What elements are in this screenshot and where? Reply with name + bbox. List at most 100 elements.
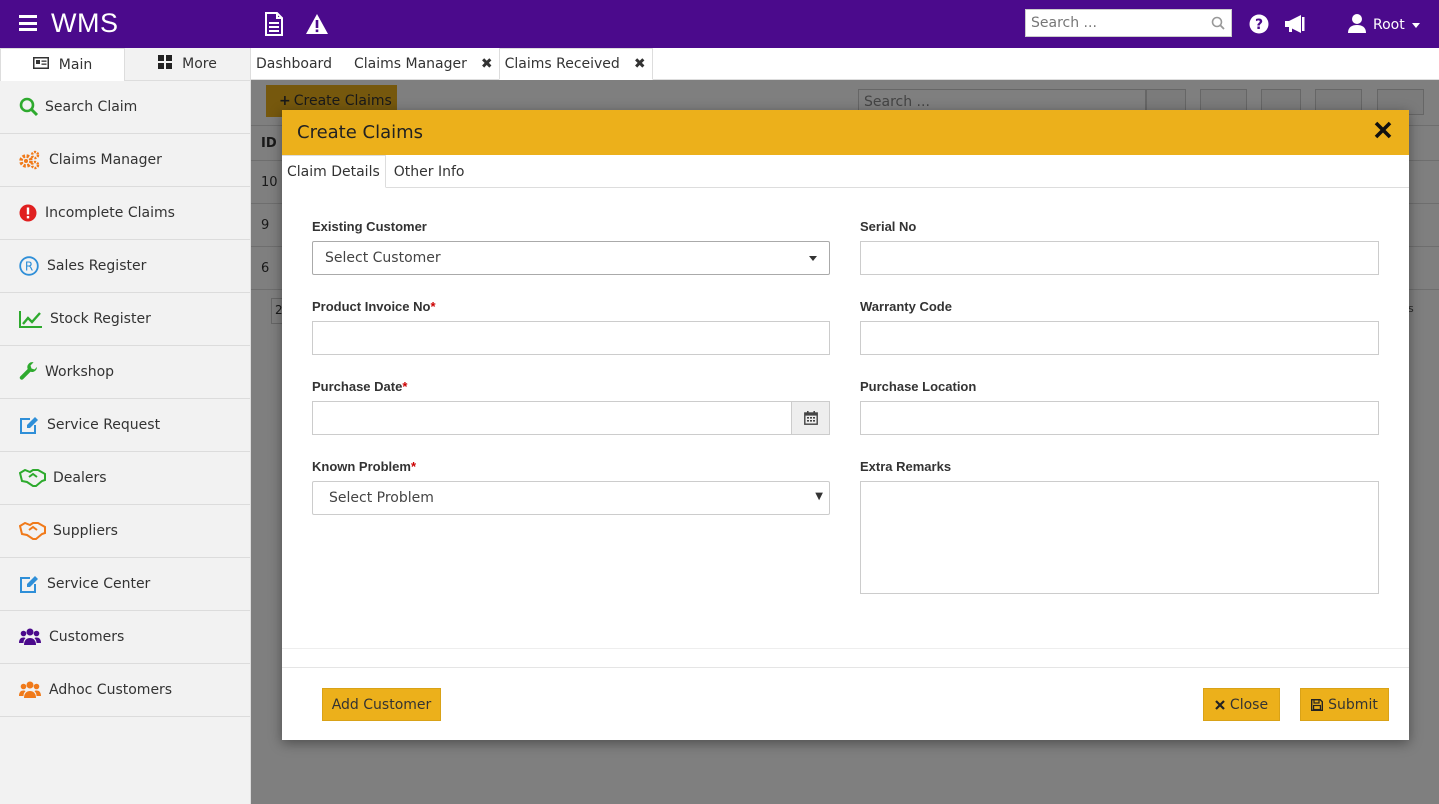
- line-chart-icon: [19, 310, 50, 328]
- svg-text:?: ?: [1255, 17, 1263, 33]
- sidebar-item-workshop[interactable]: Workshop: [0, 346, 250, 399]
- known-problem-select[interactable]: Select Problem ▼: [312, 481, 830, 515]
- existing-customer-select[interactable]: Select Customer: [312, 241, 830, 275]
- close-button[interactable]: Close: [1203, 688, 1280, 721]
- tab-other-info[interactable]: Other Info: [386, 155, 470, 188]
- warranty-code-input[interactable]: [861, 322, 1378, 354]
- users-icon: [19, 681, 49, 699]
- hamburger-menu-icon[interactable]: [19, 15, 37, 31]
- modal-title: Create Claims: [297, 122, 424, 143]
- add-customer-label: Add Customer: [331, 696, 432, 713]
- sidebar-item-customers[interactable]: Customers: [0, 611, 250, 664]
- tab-label: Claim Details: [287, 163, 380, 180]
- extra-remarks-label: Extra Remarks: [860, 459, 952, 474]
- purchase-date-label: Purchase Date*: [312, 379, 408, 394]
- sidebar-item-claims-manager[interactable]: Claims Manager: [0, 134, 250, 187]
- grid-icon: [158, 55, 173, 73]
- sidebar-item-service-request[interactable]: Service Request: [0, 399, 250, 452]
- purchase-date-field[interactable]: [312, 401, 830, 435]
- divider: [282, 648, 1409, 649]
- warranty-code-label: Warranty Code: [860, 299, 952, 314]
- sidebar-item-dealers[interactable]: Dealers: [0, 452, 250, 505]
- tab-label: Claims Manager: [353, 56, 467, 72]
- purchase-location-label: Purchase Location: [860, 379, 977, 394]
- serial-no-field[interactable]: [860, 241, 1379, 275]
- known-problem-label: Known Problem*: [312, 459, 417, 474]
- product-invoice-no-field[interactable]: [312, 321, 830, 355]
- sidebar-item-label: Service Request: [47, 417, 161, 433]
- sidebar-item-adhoc-customers[interactable]: Adhoc Customers: [0, 664, 250, 717]
- divider: [282, 667, 1409, 668]
- user-icon: [1348, 14, 1366, 33]
- create-claims-modal: Create Claims Claim Details Other Info E…: [282, 110, 1409, 740]
- users-icon: [19, 628, 49, 646]
- user-menu[interactable]: Root: [1347, 13, 1420, 33]
- tab-claim-details[interactable]: Claim Details: [282, 155, 386, 188]
- search-icon: [19, 97, 45, 117]
- sidebar-item-label: Sales Register: [47, 258, 147, 274]
- registered-icon: R: [19, 256, 47, 276]
- claim-details-form: Existing Customer Select Customer Serial…: [282, 188, 1409, 648]
- submit-label: Submit: [1328, 696, 1378, 713]
- sidebar-tab-more[interactable]: More: [125, 48, 250, 81]
- save-icon: [1311, 698, 1324, 711]
- tab-dashboard[interactable]: Dashboard: [251, 48, 338, 80]
- global-search-input[interactable]: [1026, 10, 1206, 36]
- sidebar-tab-main[interactable]: Main: [0, 48, 125, 81]
- sidebar-item-search-claim[interactable]: Search Claim: [0, 81, 250, 134]
- sidebar-item-label: Workshop: [45, 364, 115, 380]
- tab-claims-received[interactable]: Claims Received ✖: [498, 48, 653, 80]
- serial-no-input[interactable]: [861, 242, 1378, 274]
- edit-icon: [19, 416, 47, 434]
- search-icon[interactable]: [1211, 16, 1225, 34]
- help-icon[interactable]: ?: [1249, 14, 1269, 38]
- extra-remarks-textarea[interactable]: [860, 481, 1379, 594]
- global-search[interactable]: [1025, 9, 1232, 37]
- submit-button[interactable]: Submit: [1300, 688, 1389, 721]
- sidebar-item-label: Suppliers: [53, 523, 118, 539]
- id-card-icon: [32, 57, 49, 73]
- handshake-icon: [19, 522, 53, 540]
- purchase-location-field[interactable]: [860, 401, 1379, 435]
- purchase-date-input[interactable]: [313, 402, 791, 434]
- cogs-icon: [19, 150, 49, 170]
- warning-icon[interactable]: [305, 13, 329, 39]
- document-icon[interactable]: [264, 12, 284, 40]
- main-tabs: Dashboard Claims Manager ✖ Claims Receiv…: [251, 48, 1439, 80]
- wrench-icon: [19, 362, 45, 382]
- product-invoice-no-input[interactable]: [313, 322, 829, 354]
- sidebar-item-label: Service Center: [47, 576, 151, 592]
- sidebar-item-label: Search Claim: [45, 99, 138, 115]
- handshake-icon: [19, 469, 53, 487]
- calendar-icon[interactable]: [791, 402, 829, 434]
- sidebar-item-incomplete-claims[interactable]: Incomplete Claims: [0, 187, 250, 240]
- sidebar-item-suppliers[interactable]: Suppliers: [0, 505, 250, 558]
- product-invoice-no-label: Product Invoice No*: [312, 299, 436, 314]
- edit-icon: [19, 575, 47, 593]
- purchase-location-input[interactable]: [861, 402, 1378, 434]
- existing-customer-value: Select Customer: [325, 250, 441, 266]
- sidebar-item-sales-register[interactable]: R Sales Register: [0, 240, 250, 293]
- announcement-icon[interactable]: [1283, 14, 1307, 38]
- sidebar-item-service-center[interactable]: Service Center: [0, 558, 250, 611]
- known-problem-value: Select Problem: [329, 490, 434, 506]
- sidebar-item-stock-register[interactable]: Stock Register: [0, 293, 250, 346]
- tab-claims-manager[interactable]: Claims Manager ✖: [338, 48, 499, 80]
- add-customer-button[interactable]: Add Customer: [322, 688, 441, 721]
- close-tab-icon[interactable]: ✖: [481, 56, 493, 72]
- svg-text:R: R: [25, 260, 33, 274]
- tab-label: Other Info: [393, 163, 465, 180]
- top-bar: WMS ? Root: [0, 0, 1439, 48]
- sidebar: Main More Search Claim Claims Manager In…: [0, 48, 251, 804]
- modal-tabs: Claim Details Other Info: [282, 155, 1409, 188]
- close-icon[interactable]: [1373, 120, 1395, 142]
- sidebar-tab-label: More: [182, 56, 217, 72]
- close-label: Close: [1229, 696, 1269, 713]
- app-title: WMS: [51, 8, 119, 38]
- sidebar-tab-label: Main: [58, 57, 93, 73]
- close-icon: [1215, 699, 1225, 710]
- close-tab-icon[interactable]: ✖: [634, 56, 646, 72]
- warranty-code-field[interactable]: [860, 321, 1379, 355]
- sidebar-tabs: Main More: [0, 48, 250, 81]
- tab-label: Claims Received: [504, 56, 620, 72]
